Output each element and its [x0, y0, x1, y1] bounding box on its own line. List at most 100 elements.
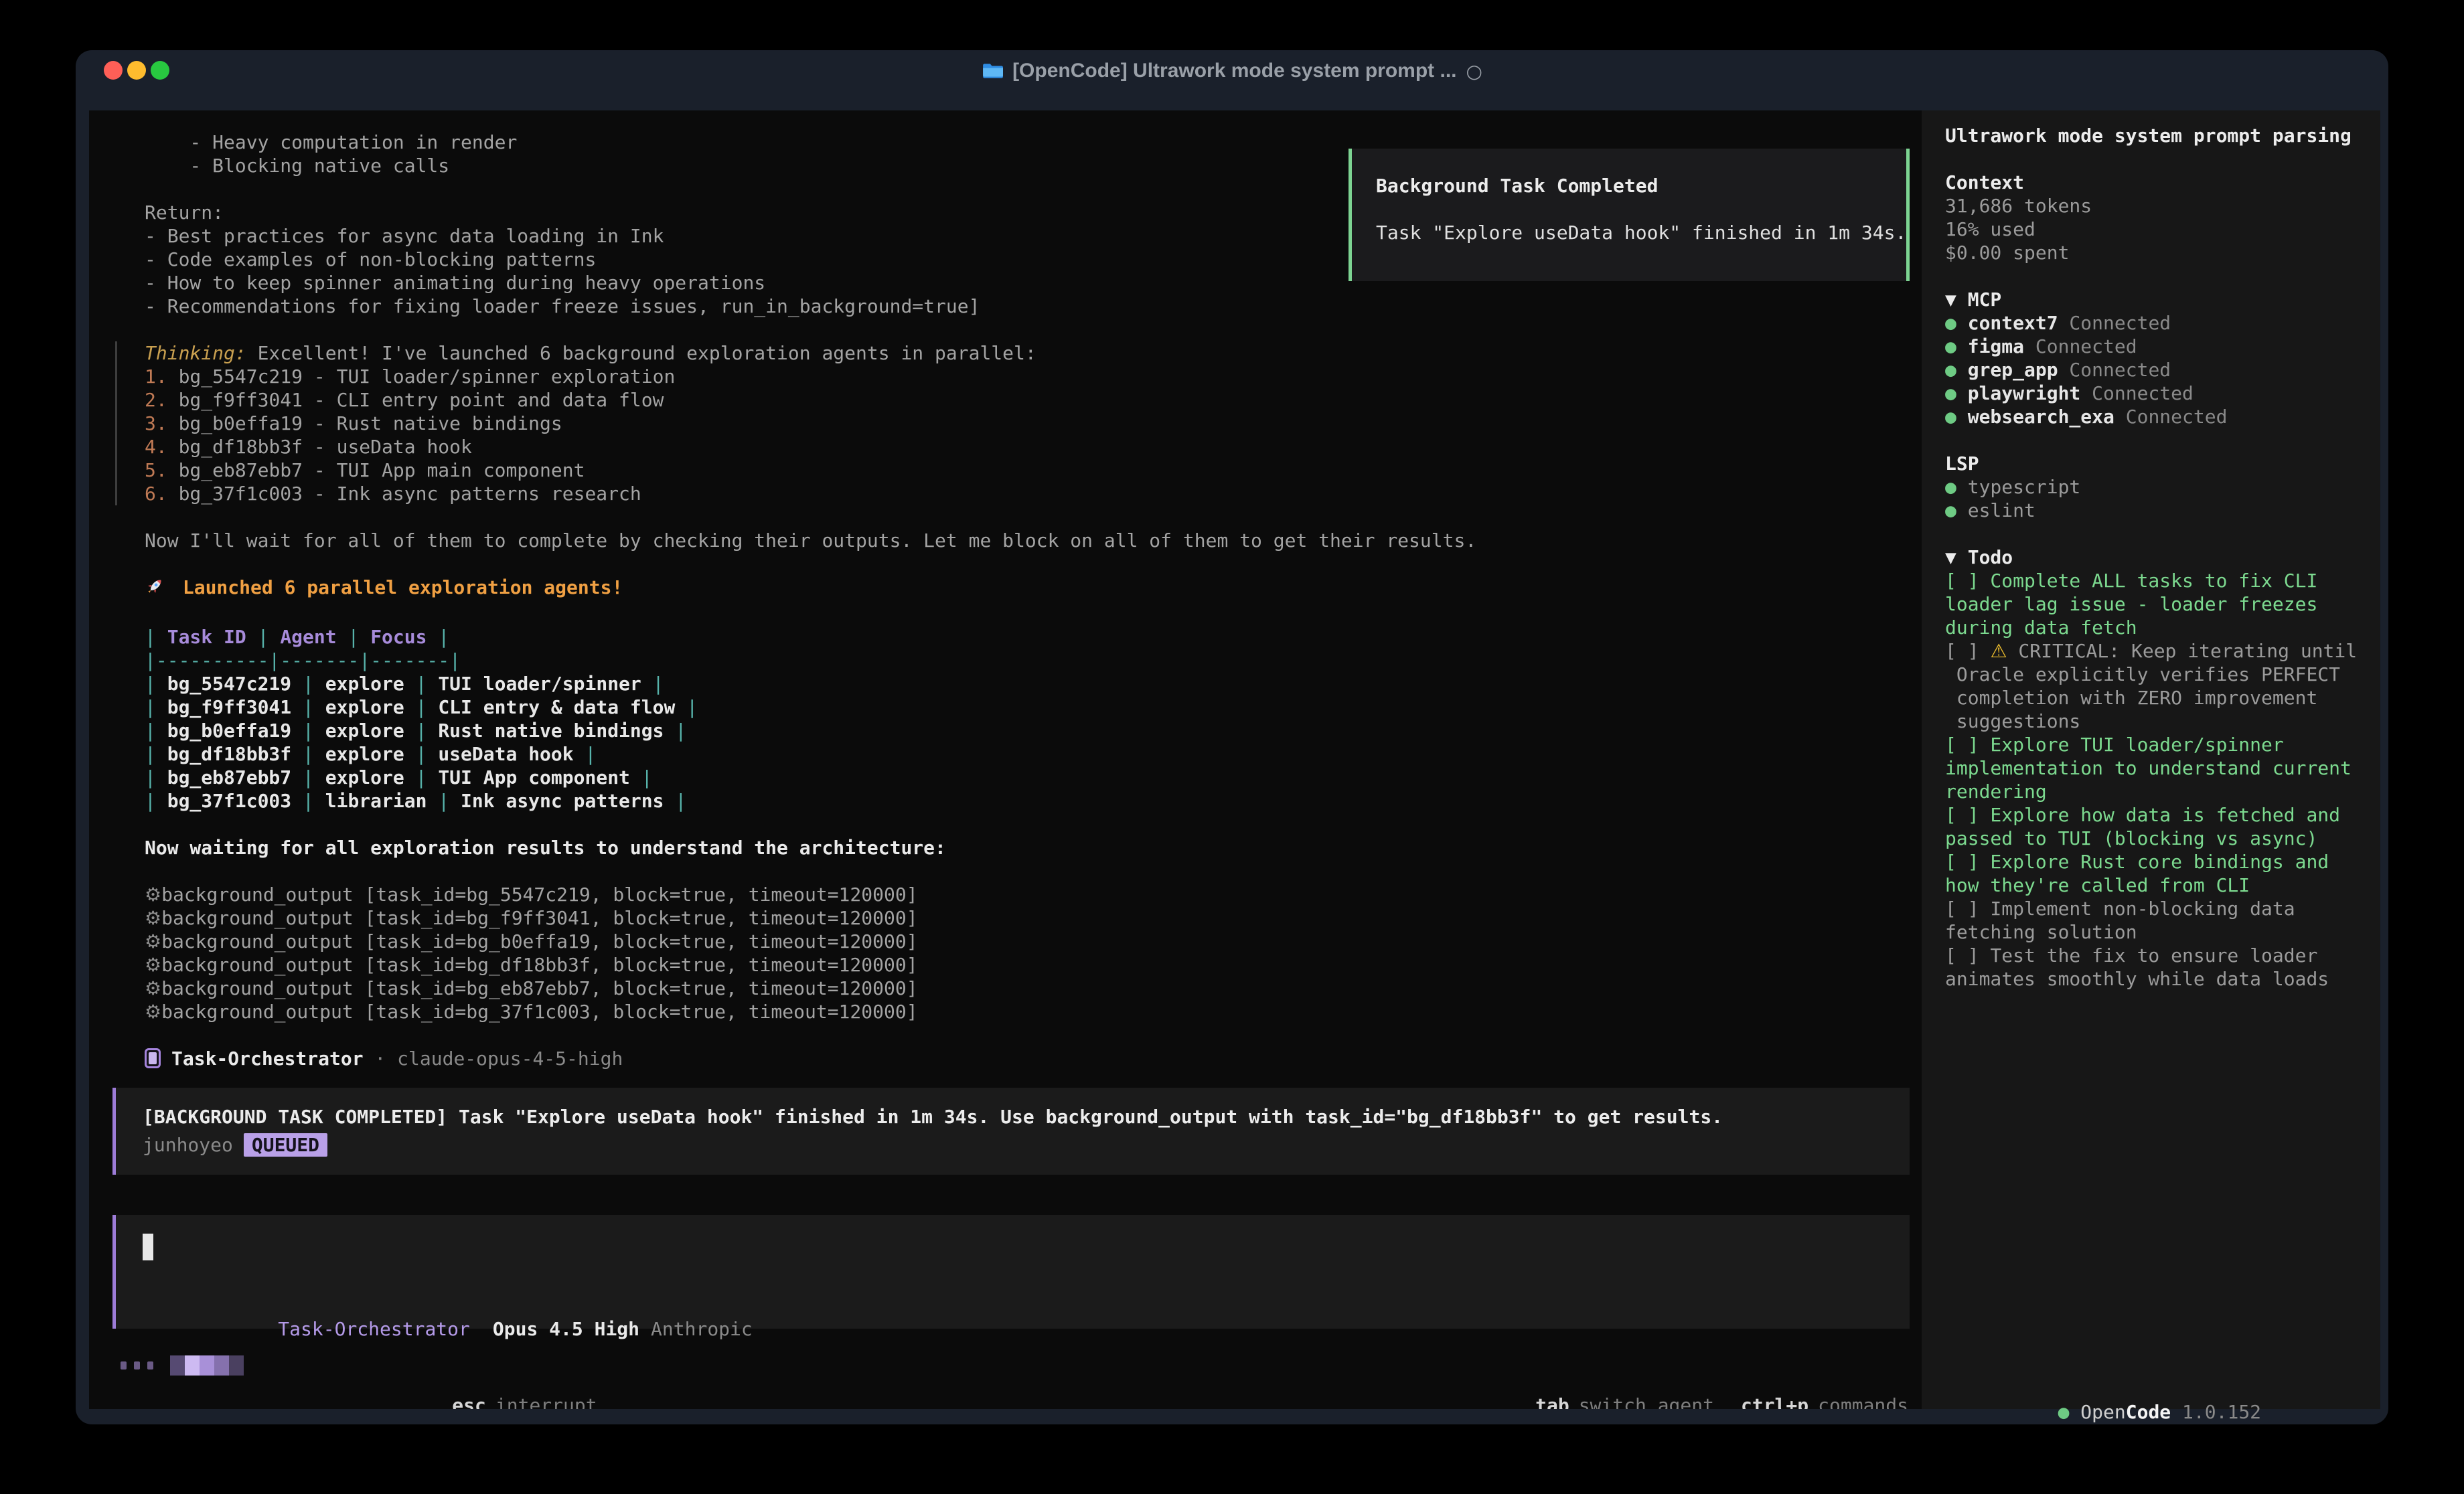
esc-action-label: interrupt: [495, 1394, 597, 1409]
mcp-server-name: grep_app: [1968, 359, 2058, 381]
tab-action-label: switch agent: [1579, 1394, 1714, 1409]
terminal-segment: |: [664, 790, 686, 812]
terminal-segment: TUI App component: [438, 766, 630, 788]
terminal-segment: - Best practices for async data loading …: [145, 225, 664, 247]
desktop-background: [OpenCode] Ultrawork mode system prompt …: [0, 0, 2464, 1494]
terminal-segment: bg_37f1c003 - Ink async patterns researc…: [179, 483, 641, 505]
background-task-banner: [BACKGROUND TASK COMPLETED] Task "Explor…: [112, 1088, 1910, 1175]
todo-item-line: during data fetch: [1945, 616, 2380, 639]
terminal-line: | bg_eb87ebb7 | explore | TUI App compon…: [89, 766, 1922, 789]
terminal-segment: |: [291, 766, 325, 788]
terminal-segment: |: [291, 673, 325, 695]
terminal-line: [89, 859, 1922, 883]
terminal-segment: Task ID: [167, 626, 246, 648]
prompt-input[interactable]: Task-OrchestratorOpus 4.5 HighAnthropic: [112, 1215, 1910, 1329]
window-title: [OpenCode] Ultrawork mode system prompt …: [76, 50, 2388, 92]
mcp-server-status: Connected: [2024, 335, 2137, 357]
model-name[interactable]: Opus 4.5 High: [493, 1318, 639, 1340]
agent-icon: [145, 1048, 161, 1068]
terminal-segment: Return:: [145, 201, 224, 224]
online-dot: ●: [2058, 1401, 2081, 1423]
terminal-line: [89, 505, 1922, 529]
session-title: Ultrawork mode system prompt parsing: [1945, 124, 2380, 147]
mcp-heading[interactable]: ▼ MCP: [1945, 288, 2380, 311]
status-dot: ●: [1945, 359, 1968, 381]
terminal-line: 4. bg_df18bb3f - useData hook: [115, 435, 1922, 459]
terminal-segment: useData hook: [438, 743, 573, 765]
terminal-line: | bg_b0effa19 | explore | Rust native bi…: [89, 719, 1922, 742]
terminal-segment: Task-Orchestrator: [171, 1048, 364, 1070]
mcp-list: ● context7 Connected● figma Connected● g…: [1945, 311, 2380, 428]
terminal-line: Now waiting for all exploration results …: [89, 836, 1922, 859]
terminal-line: 2. bg_f9ff3041 - CLI entry point and dat…: [115, 388, 1922, 412]
banner-user: junhoyeo: [143, 1134, 233, 1156]
terminal-main[interactable]: - Heavy computation in render - Blocking…: [89, 110, 1922, 1409]
terminal-line: ⚙background_output [task_id=bg_37f1c003,…: [89, 1000, 1922, 1023]
gear-icon: ⚙: [145, 954, 161, 976]
todo-item-line: suggestions: [1945, 710, 2380, 733]
version-number: 1.0.152: [2171, 1401, 2261, 1423]
terminal-segment: |: [427, 790, 461, 812]
terminal-segment: background_output [task_id=bg_eb87ebb7, …: [161, 977, 917, 999]
warning-icon: ⚠: [1990, 640, 2007, 662]
tab-key-label: tab: [1535, 1394, 1569, 1409]
notification-toast[interactable]: Background Task Completed Task "Explore …: [1349, 149, 1910, 281]
terminal-segment: bg_5547c219: [167, 673, 291, 695]
app-window: [OpenCode] Ultrawork mode system prompt …: [76, 50, 2388, 1424]
terminal-segment: |: [630, 766, 653, 788]
gear-icon: ⚙: [145, 930, 161, 952]
mcp-item: ● playwright Connected: [1945, 382, 2380, 405]
terminal-segment: Thinking:: [145, 342, 246, 364]
mcp-item: ● grep_app Connected: [1945, 358, 2380, 382]
terminal-segment: Rust native bindings: [438, 720, 664, 742]
terminal-segment: |: [145, 626, 167, 648]
terminal-segment: |: [291, 720, 325, 742]
mcp-server-status: Connected: [2058, 312, 2171, 334]
terminal-line: | bg_37f1c003 | librarian | Ink async pa…: [89, 789, 1922, 813]
todo-item-line: [ ] Explore TUI loader/spinner: [1945, 733, 2380, 756]
todo-item-line: [ ] Complete ALL tasks to fix CLI: [1945, 569, 2380, 592]
terminal-segment: explore: [325, 696, 404, 718]
terminal-line: | Task ID | Agent | Focus |: [89, 625, 1922, 649]
folder-icon: [982, 62, 1003, 80]
terminal-segment: 4.: [145, 436, 179, 458]
context-used: 16% used: [1945, 218, 2380, 241]
terminal-segment: |: [427, 626, 449, 648]
terminal-segment: 5.: [145, 459, 179, 481]
terminal-segment: |: [404, 673, 439, 695]
terminal-line: | bg_df18bb3f | explore | useData hook |: [89, 742, 1922, 766]
todo-item-line: fetching solution: [1945, 920, 2380, 944]
gear-icon: ⚙: [145, 907, 161, 929]
context-spent: $0.00 spent: [1945, 241, 2380, 264]
terminal-segment: Launched 6 parallel exploration agents!: [171, 576, 623, 598]
mcp-server-name: playwright: [1968, 382, 2081, 404]
terminal-segment: bg_5547c219 - TUI loader/spinner explora…: [179, 365, 676, 388]
terminal-line: 3. bg_b0effa19 - Rust native bindings: [115, 412, 1922, 435]
mcp-server-name: websearch_exa: [1968, 406, 2114, 428]
terminal-segment: - Heavy computation in render: [145, 131, 517, 153]
terminal-segment: 1.: [145, 365, 179, 388]
terminal-segment: |: [641, 673, 664, 695]
terminal-line: | bg_5547c219 | explore | TUI loader/spi…: [89, 672, 1922, 695]
terminal-line: [89, 552, 1922, 576]
lsp-server-name: typescript: [1968, 476, 2081, 498]
terminal-segment: explore: [325, 673, 404, 695]
provider-name: Anthropic: [651, 1318, 753, 1340]
status-circle-icon: ○: [1466, 60, 1482, 82]
terminal-segment: - Recommendations for fixing loader free…: [145, 295, 980, 317]
todo-heading[interactable]: ▼ Todo: [1945, 546, 2380, 569]
terminal-segment: bg_37f1c003: [167, 790, 291, 812]
terminal-segment: Now I'll wait for all of them to complet…: [145, 529, 1476, 552]
window-titlebar[interactable]: [OpenCode] Ultrawork mode system prompt …: [76, 50, 2388, 92]
lsp-item: ● eslint: [1945, 499, 2380, 522]
mcp-server-status: Connected: [2080, 382, 2193, 404]
terminal-segment: Now waiting for all exploration results …: [145, 837, 946, 859]
status-dot: ●: [1945, 382, 1968, 404]
terminal-line: ⚙background_output [task_id=bg_eb87ebb7,…: [89, 977, 1922, 1000]
terminal-segment: Focus: [370, 626, 427, 648]
mcp-server-status: Connected: [2058, 359, 2171, 381]
agent-name[interactable]: Task-Orchestrator: [278, 1318, 470, 1340]
terminal-segment: background_output [task_id=bg_5547c219, …: [161, 884, 917, 906]
terminal-segment: 6.: [145, 483, 179, 505]
terminal-segment: explore: [325, 743, 404, 765]
